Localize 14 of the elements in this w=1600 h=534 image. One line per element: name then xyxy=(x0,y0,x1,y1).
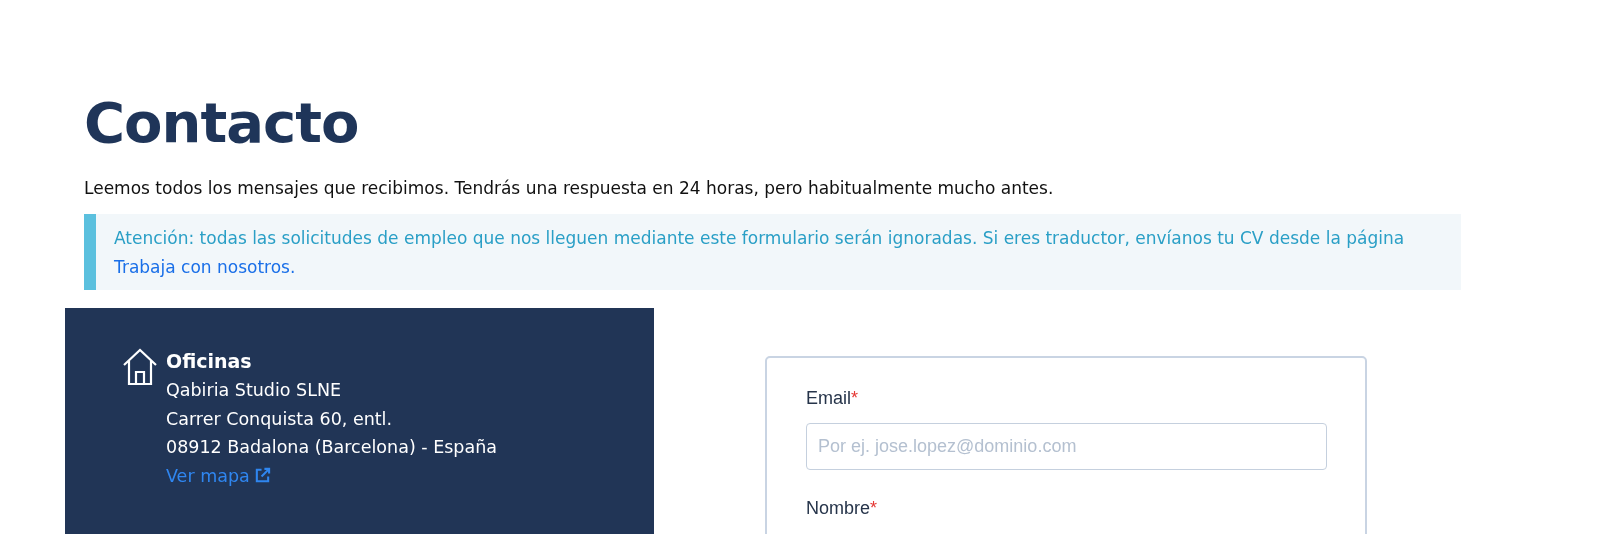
address-line: 08912 Badalona (Barcelona) - España xyxy=(166,436,497,459)
address-line: Qabiria Studio SLNE xyxy=(166,379,343,402)
page-title: Contacto xyxy=(84,89,360,157)
notice-text: Atención: todas las solicitudes de empleo que nos lleguen mediante este formulario serán ignoradas. Si eres traductor, envíanos tu CV desde la página Trabaja con nosotros. xyxy=(84,214,1461,290)
intro-text: Leemos todos los mensajes que recibimos. Tendrás una respuesta en 24 horas, pero habitualmente mucho antes. xyxy=(84,178,1055,198)
external-link-icon xyxy=(253,467,271,485)
house-icon xyxy=(122,348,158,386)
field-label: Nombre* xyxy=(806,498,879,519)
offices-heading: Oficinas xyxy=(166,349,253,374)
work-with-us-link[interactable]: Trabaja con nosotros. xyxy=(114,257,296,277)
field-label: Email* xyxy=(806,388,860,409)
address-line: Carrer Conquista 60, entl. xyxy=(166,407,394,431)
map-link[interactable]: Ver mapa xyxy=(166,461,271,490)
email-field[interactable]: Por ej. jose.lopez@dominio.com xyxy=(806,423,1327,470)
